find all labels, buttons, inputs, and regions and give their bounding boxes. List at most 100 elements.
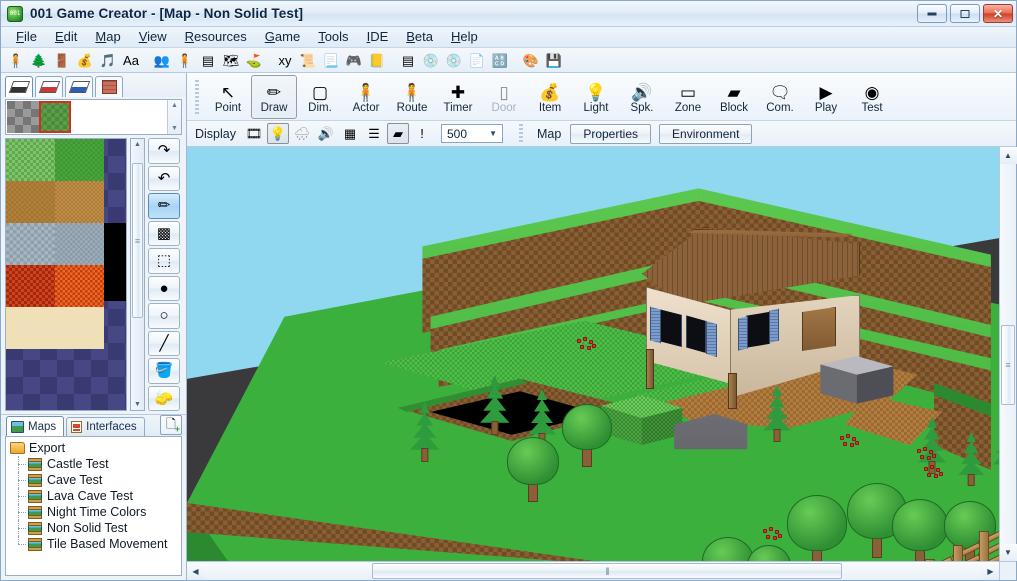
- vscroll-thumb[interactable]: [1001, 325, 1015, 405]
- zoom-level-select[interactable]: 500 ▼: [441, 124, 503, 143]
- tree-item-castle-test[interactable]: Castle Test: [10, 456, 181, 472]
- maps-tree[interactable]: Export Castle Test Cave Test Lava Cave Tes…: [5, 436, 182, 576]
- sel-scroll-up-icon[interactable]: ▲: [171, 102, 178, 109]
- tile-tab-1[interactable]: [5, 76, 33, 97]
- menu-help[interactable]: Help: [442, 27, 487, 47]
- tree-item-night-time-colors[interactable]: Night Time Colors: [10, 504, 181, 520]
- disc-red-icon[interactable]: 💿: [443, 50, 465, 71]
- palette-icon[interactable]: 🎨: [520, 50, 542, 71]
- font-icon[interactable]: Aa: [120, 50, 142, 71]
- tree-item-non-solid-test[interactable]: Non Solid Test: [10, 520, 181, 536]
- party-icon[interactable]: 👥: [151, 50, 173, 71]
- new-map-button[interactable]: 🗋 +: [160, 415, 182, 435]
- menu-file[interactable]: FFileile: [7, 27, 46, 47]
- tile-tab-3[interactable]: [65, 76, 93, 97]
- door-icon[interactable]: 🚪: [51, 50, 73, 71]
- line-tool[interactable]: ╱: [148, 330, 180, 356]
- tab-interfaces[interactable]: Interfaces: [66, 417, 145, 436]
- speaker-tool[interactable]: 🔊 Spk.: [619, 75, 665, 119]
- selected-tile-scrollbar[interactable]: ▲ ▼: [167, 100, 181, 134]
- tree-root-export[interactable]: Export: [10, 440, 181, 456]
- warning-toggle-icon[interactable]: !: [411, 123, 433, 144]
- menu-view[interactable]: View: [130, 27, 176, 47]
- map-3d-viewport[interactable]: [187, 147, 999, 561]
- filled-circle-tool[interactable]: ●: [148, 275, 180, 301]
- tree-item-cave-test[interactable]: Cave Test: [10, 472, 181, 488]
- sound-toggle-icon[interactable]: 🔊: [315, 123, 337, 144]
- selected-tile-grass[interactable]: [39, 101, 71, 133]
- draw-tool[interactable]: ✏ Draw: [251, 74, 297, 119]
- world-icon[interactable]: 🗺: [220, 50, 242, 71]
- redo-tool[interactable]: ↷: [148, 138, 180, 164]
- point-tool[interactable]: ↖ Point: [205, 75, 251, 119]
- block-toggle-icon[interactable]: ▰: [387, 123, 409, 144]
- hscroll-track[interactable]: [204, 562, 982, 580]
- palette-tile-lava-1[interactable]: [6, 265, 55, 307]
- layers-toggle-icon[interactable]: ☰: [363, 123, 385, 144]
- hscroll-left-icon[interactable]: ◀: [187, 562, 204, 580]
- eraser-tool[interactable]: 🧽: [148, 385, 180, 411]
- save-icon[interactable]: 💾: [543, 50, 565, 71]
- grid-toggle-icon[interactable]: ▦: [339, 123, 361, 144]
- fill-area-tool[interactable]: ▩: [148, 220, 180, 246]
- palette-scroll-up-icon[interactable]: ▲: [134, 141, 141, 148]
- tab-maps[interactable]: Maps: [6, 416, 65, 436]
- menu-map[interactable]: Map: [86, 27, 129, 47]
- dim-tool[interactable]: ▢ Dim.: [297, 75, 343, 119]
- list-icon[interactable]: ▤: [397, 50, 419, 71]
- minimize-button[interactable]: [917, 4, 947, 23]
- gamepad-icon[interactable]: 🎮: [343, 50, 365, 71]
- menu-edit[interactable]: Edit: [46, 27, 86, 47]
- hscroll-thumb[interactable]: [372, 563, 842, 579]
- palette-tile-black[interactable]: [104, 223, 126, 301]
- close-button[interactable]: ✕: [983, 4, 1013, 23]
- hscroll-right-icon[interactable]: ▶: [982, 562, 999, 580]
- toolbar-grip[interactable]: [195, 79, 199, 114]
- palette-tile-sand-1[interactable]: [6, 307, 55, 349]
- menu-tools[interactable]: Tools: [309, 27, 357, 47]
- music-icon[interactable]: 🎵: [97, 50, 119, 71]
- zone-tool[interactable]: ▭ Zone: [665, 75, 711, 119]
- timer-tool[interactable]: ✚ Timer: [435, 75, 481, 119]
- viewport-vertical-scrollbar[interactable]: ▲ ▼: [999, 147, 1017, 561]
- block-tool[interactable]: ▰ Block: [711, 75, 757, 119]
- menu-beta[interactable]: Beta: [397, 27, 442, 47]
- actor-icon[interactable]: 🧍: [5, 50, 27, 71]
- selected-tile-strip[interactable]: ▲ ▼: [5, 99, 182, 135]
- flag-icon[interactable]: ⛳: [243, 50, 265, 71]
- book-icon[interactable]: 📒: [366, 50, 388, 71]
- tree-item-lava-cave-test[interactable]: Lava Cave Test: [10, 488, 181, 504]
- palette-tile-lava-2[interactable]: [55, 265, 104, 307]
- menu-ide[interactable]: IDE: [358, 27, 398, 47]
- selected-tile-gray[interactable]: [7, 101, 39, 133]
- palette-tile-stone-2[interactable]: [55, 223, 104, 265]
- light-tool[interactable]: 💡 Light: [573, 75, 619, 119]
- tile-tab-2[interactable]: [35, 76, 63, 97]
- film-toggle-icon[interactable]: 🎞: [243, 123, 265, 144]
- menu-game[interactable]: Game: [256, 27, 309, 47]
- disc-icon[interactable]: 💿: [420, 50, 442, 71]
- tree-item-tile-based-movement[interactable]: Tile Based Movement: [10, 536, 181, 552]
- palette-scroll-down-icon[interactable]: ▼: [134, 401, 141, 408]
- map-properties-button[interactable]: Properties: [570, 123, 652, 144]
- frame-icon[interactable]: 🔠: [489, 50, 511, 71]
- scroll-icon[interactable]: 📃: [320, 50, 342, 71]
- palette-scroll-thumb[interactable]: [132, 163, 143, 318]
- vscroll-up-icon[interactable]: ▲: [999, 147, 1017, 164]
- item-icon[interactable]: 💰: [74, 50, 96, 71]
- paint-bucket-tool[interactable]: 🪣: [148, 358, 180, 384]
- maximize-button[interactable]: [950, 4, 980, 23]
- tile-palette[interactable]: [5, 138, 127, 411]
- select-rect-tool[interactable]: ⬚: [148, 248, 180, 274]
- palette-tile-grass-solid[interactable]: [55, 139, 104, 181]
- variable-icon[interactable]: xy: [274, 50, 296, 71]
- text-icon[interactable]: 📄: [466, 50, 488, 71]
- hollow-circle-tool[interactable]: ○: [148, 303, 180, 329]
- script-icon[interactable]: 📜: [297, 50, 319, 71]
- palette-tile-grass-pattern[interactable]: [6, 139, 55, 181]
- viewport-horizontal-scrollbar[interactable]: ◀ ▶: [187, 561, 1016, 580]
- sel-scroll-down-icon[interactable]: ▼: [171, 125, 178, 132]
- map-environment-button[interactable]: Environment: [659, 123, 753, 144]
- tile-tab-brick[interactable]: [95, 76, 123, 97]
- palette-tile-dirt-2[interactable]: [55, 181, 104, 223]
